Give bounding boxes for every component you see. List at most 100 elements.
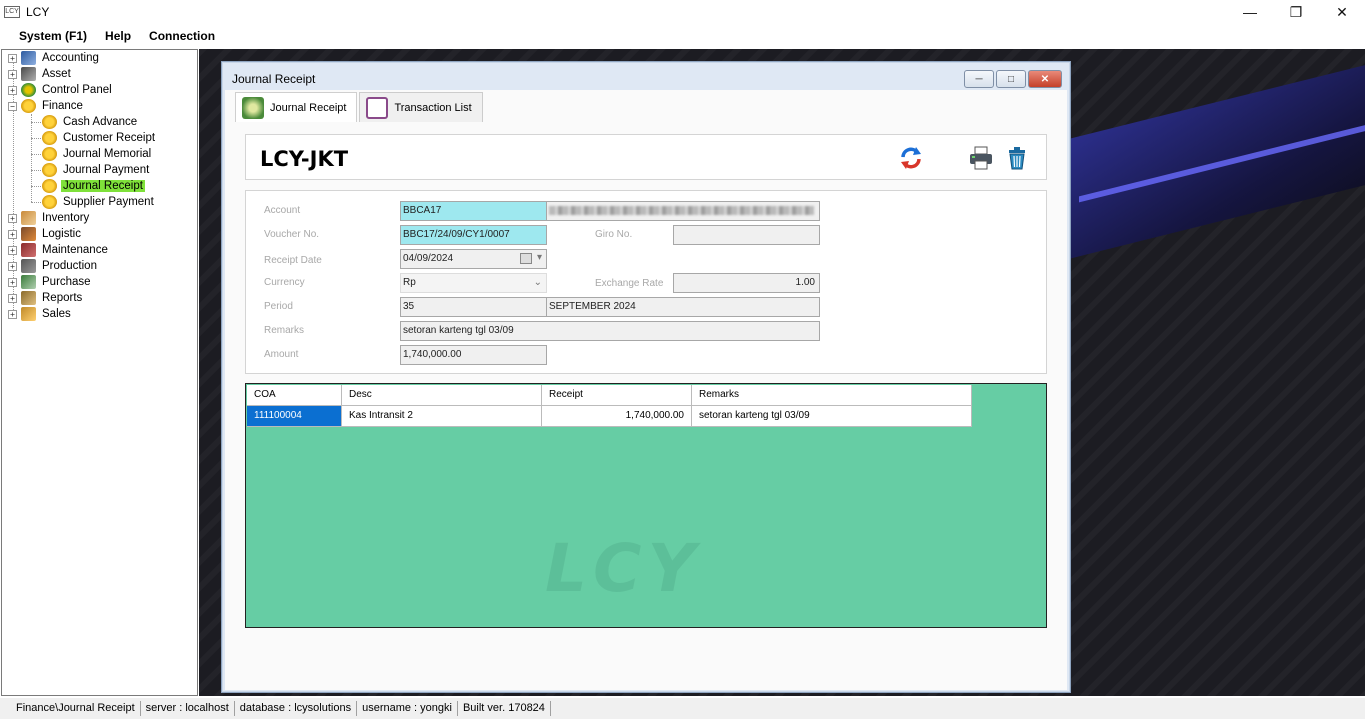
amount-label: Amount	[264, 349, 299, 360]
tree-item-supplier-payment[interactable]: Supplier Payment	[42, 194, 156, 210]
tree-item-control-panel[interactable]: + Control Panel	[8, 82, 114, 98]
receipt-date-picker[interactable]: 04/09/2024 ▾	[400, 249, 547, 269]
window-title: LCY	[26, 5, 50, 19]
account-label: Account	[264, 205, 301, 216]
navigation-tree: + Accounting + Asset + Control Panel − F…	[1, 49, 198, 696]
period-name-field: SEPTEMBER 2024	[546, 297, 820, 317]
tree-item-purchase[interactable]: + Purchase	[8, 274, 93, 290]
remarks-label: Remarks	[264, 325, 305, 336]
asset-icon	[21, 67, 36, 81]
tree-item-accounting[interactable]: + Accounting	[8, 50, 101, 66]
account-name-field	[546, 201, 820, 221]
cell-receipt[interactable]: 1,740,000.00	[542, 406, 692, 427]
column-header-remarks[interactable]: Remarks	[692, 385, 972, 406]
currency-select[interactable]: Rp ⌄	[400, 273, 547, 293]
grid-header: COA Desc Receipt Remarks	[247, 385, 972, 406]
amount-field: 1,740,000.00	[400, 345, 547, 365]
cell-coa[interactable]: 111100004	[247, 406, 342, 427]
expand-icon[interactable]: +	[8, 261, 17, 271]
maintenance-icon	[21, 243, 36, 257]
tree-item-reports[interactable]: + Reports	[8, 290, 84, 306]
voucher-label: Voucher No.	[264, 229, 320, 240]
remarks-field[interactable]: setoran karteng tgl 03/09	[400, 321, 820, 341]
expand-icon[interactable]: +	[8, 309, 17, 319]
tree-item-maintenance[interactable]: + Maintenance	[8, 242, 110, 258]
giro-label: Giro No.	[595, 229, 633, 240]
expand-icon[interactable]: +	[8, 69, 17, 79]
tab-journal-receipt[interactable]: Journal Receipt	[235, 92, 358, 122]
tree-item-journal-memorial[interactable]: Journal Memorial	[42, 146, 153, 162]
cell-desc[interactable]: Kas Intransit 2	[342, 406, 542, 427]
expand-icon[interactable]: +	[8, 213, 17, 223]
tree-item-customer-receipt[interactable]: Customer Receipt	[42, 130, 157, 146]
menu-system[interactable]: System (F1)	[0, 29, 96, 43]
status-path: Finance\Journal Receipt	[11, 701, 141, 716]
child-window-title: Journal Receipt	[232, 72, 316, 86]
sales-icon	[21, 307, 36, 321]
header-panel: LCY-JKT	[245, 134, 1047, 180]
column-header-receipt[interactable]: Receipt	[542, 385, 692, 406]
tree-item-logistic[interactable]: + Logistic	[8, 226, 83, 242]
exchange-rate-label: Exchange Rate	[595, 278, 664, 289]
minimize-button[interactable]: —	[1227, 0, 1273, 24]
lcy-app-icon: LCY	[4, 6, 20, 18]
clipboard-icon	[366, 96, 389, 119]
money-icon	[242, 96, 264, 119]
expand-icon[interactable]: +	[8, 85, 17, 95]
tab-strip: Journal Receipt Transaction List	[235, 92, 485, 122]
finance-icon	[42, 163, 57, 177]
receipt-date-label: Receipt Date	[264, 255, 322, 266]
status-server: server : localhost	[141, 701, 235, 716]
receipt-date-value: 04/09/2024	[403, 253, 454, 264]
tree-item-cash-advance[interactable]: Cash Advance	[42, 114, 139, 130]
expand-icon[interactable]: +	[8, 293, 17, 303]
child-minimize-button[interactable]: ─	[964, 70, 994, 88]
giro-no-field[interactable]	[673, 225, 820, 245]
finance-icon	[21, 99, 36, 113]
child-client-area: Journal Receipt Transaction List LCY-JKT	[225, 90, 1067, 690]
delete-icon[interactable]	[1004, 145, 1030, 171]
purchase-icon	[21, 275, 36, 289]
column-header-coa[interactable]: COA	[247, 385, 342, 406]
table-row[interactable]: 111100004 Kas Intransit 2 1,740,000.00 s…	[247, 406, 972, 427]
receipt-form: Account BBCA17 Voucher No. BBC17/24/09/C…	[245, 190, 1047, 374]
menu-help[interactable]: Help	[96, 29, 140, 43]
collapse-icon[interactable]: −	[8, 101, 17, 111]
chevron-down-icon[interactable]: ▾	[537, 252, 542, 263]
tree-item-production[interactable]: + Production	[8, 258, 99, 274]
voucher-no-field[interactable]: BBC17/24/09/CY1/0007	[400, 225, 547, 245]
tab-transaction-list[interactable]: Transaction List	[359, 92, 483, 122]
tree-item-journal-payment[interactable]: Journal Payment	[42, 162, 151, 178]
expand-icon[interactable]: +	[8, 245, 17, 255]
tree-item-finance[interactable]: − Finance	[8, 98, 85, 114]
production-icon	[21, 259, 36, 273]
print-icon[interactable]	[968, 145, 994, 171]
chevron-down-icon[interactable]: ⌄	[534, 277, 542, 288]
expand-icon[interactable]: +	[8, 229, 17, 239]
accounting-icon	[21, 51, 36, 65]
cell-remarks[interactable]: setoran karteng tgl 03/09	[692, 406, 972, 427]
period-label: Period	[264, 301, 293, 312]
company-code: LCY-JKT	[260, 147, 349, 171]
restore-button[interactable]: ❐	[1273, 0, 1319, 24]
child-close-button[interactable]: ✕	[1028, 70, 1062, 88]
tree-item-journal-receipt[interactable]: Journal Receipt	[42, 178, 145, 194]
expand-icon[interactable]: +	[8, 277, 17, 287]
detail-grid: COA Desc Receipt Remarks 111100004 Kas I…	[245, 383, 1047, 628]
account-code-field[interactable]: BBCA17	[400, 201, 547, 221]
control-panel-icon	[21, 83, 36, 97]
close-button[interactable]: ✕	[1319, 0, 1365, 24]
child-maximize-button[interactable]: □	[996, 70, 1026, 88]
calendar-icon[interactable]	[520, 253, 532, 264]
inventory-icon	[21, 211, 36, 225]
exchange-rate-field[interactable]: 1.00	[673, 273, 820, 293]
tree-item-sales[interactable]: + Sales	[8, 306, 73, 322]
menu-connection[interactable]: Connection	[140, 29, 224, 43]
tree-item-inventory[interactable]: + Inventory	[8, 210, 91, 226]
expand-icon[interactable]: +	[8, 53, 17, 63]
refresh-icon[interactable]	[898, 145, 924, 171]
period-no-field: 35	[400, 297, 547, 317]
column-header-desc[interactable]: Desc	[342, 385, 542, 406]
tree-item-asset[interactable]: + Asset	[8, 66, 73, 82]
logistic-icon	[21, 227, 36, 241]
